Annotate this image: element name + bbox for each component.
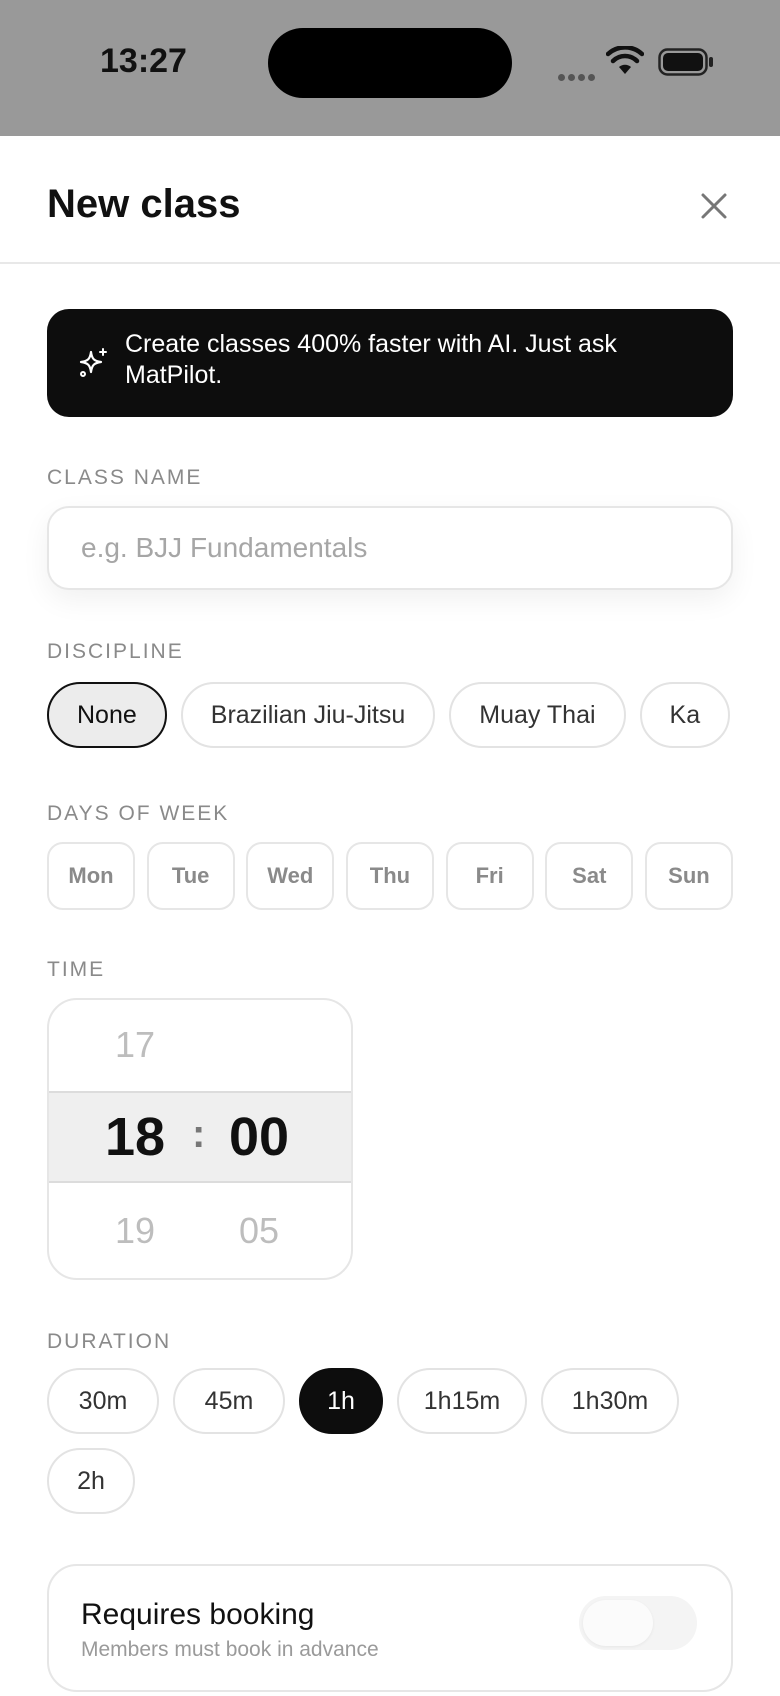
duration-chip-1h[interactable]: 1h (299, 1368, 383, 1434)
discipline-chip-karate[interactable]: Ka (639, 682, 731, 748)
close-button[interactable] (694, 186, 734, 226)
day-fri[interactable]: Fri (445, 842, 534, 910)
discipline-chip-none[interactable]: None (47, 682, 167, 748)
status-bar: 13:27 (0, 0, 780, 136)
hour-current[interactable]: 18 (85, 1106, 185, 1168)
sparkle-icon (79, 348, 107, 377)
cellular-signal-icon (558, 68, 598, 81)
time-separator: : (192, 1112, 206, 1156)
discipline-label: DISCIPLINE (47, 640, 184, 663)
class-name-label: CLASS NAME (47, 466, 203, 489)
hour-next[interactable]: 19 (85, 1210, 185, 1252)
requires-booking-subtitle: Members must book in advance (81, 1638, 379, 1661)
day-wed[interactable]: Wed (246, 842, 335, 910)
days-of-week-row: Mon Tue Wed Thu Fri Sat Sun (47, 842, 733, 910)
discipline-chip-bjj[interactable]: Brazilian Jiu-Jitsu (180, 682, 436, 748)
day-mon[interactable]: Mon (47, 842, 135, 910)
ai-banner-text: Create classes 400% faster with AI. Just… (125, 330, 617, 389)
duration-label: DURATION (47, 1330, 172, 1353)
discipline-chip-muay-thai[interactable]: Muay Thai (449, 682, 626, 748)
status-time: 13:27 (100, 42, 187, 80)
requires-booking-card: Requires booking Members must book in ad… (47, 1564, 733, 1692)
duration-chip-1h30m[interactable]: 1h30m (541, 1368, 679, 1434)
duration-chip-1h15m[interactable]: 1h15m (397, 1368, 527, 1434)
requires-booking-toggle[interactable] (579, 1596, 697, 1650)
minute-current[interactable]: 00 (209, 1106, 309, 1168)
requires-booking-title: Requires booking (81, 1598, 315, 1631)
day-sat[interactable]: Sat (545, 842, 634, 910)
duration-chip-2h[interactable]: 2h (47, 1448, 135, 1514)
day-thu[interactable]: Thu (345, 842, 434, 910)
ai-banner[interactable]: Create classes 400% faster with AI. Just… (47, 309, 733, 417)
day-sun[interactable]: Sun (644, 842, 733, 910)
page-title: New class (47, 182, 241, 226)
duration-chip-30m[interactable]: 30m (47, 1368, 159, 1434)
toggle-knob (583, 1600, 653, 1646)
dynamic-island (268, 28, 512, 98)
class-name-input[interactable] (47, 506, 733, 590)
new-class-sheet: New class Create classes 400% faster wit… (0, 136, 780, 1696)
day-tue[interactable]: Tue (146, 842, 235, 910)
discipline-chip-row: None Brazilian Jiu-Jitsu Muay Thai Ka (47, 682, 733, 748)
duration-chip-45m[interactable]: 45m (173, 1368, 285, 1434)
wifi-icon (606, 46, 644, 74)
time-label: TIME (47, 958, 106, 981)
hour-prev[interactable]: 17 (85, 1024, 185, 1066)
battery-icon (658, 48, 713, 76)
sheet-header: New class (0, 136, 780, 264)
close-icon (701, 193, 727, 219)
minute-next[interactable]: 05 (209, 1210, 309, 1252)
time-picker[interactable]: 17 18 : 00 19 05 (47, 998, 353, 1280)
days-of-week-label: DAYS OF WEEK (47, 802, 230, 825)
duration-chip-row: 30m 45m 1h 1h15m 1h30m 2h (47, 1368, 733, 1514)
